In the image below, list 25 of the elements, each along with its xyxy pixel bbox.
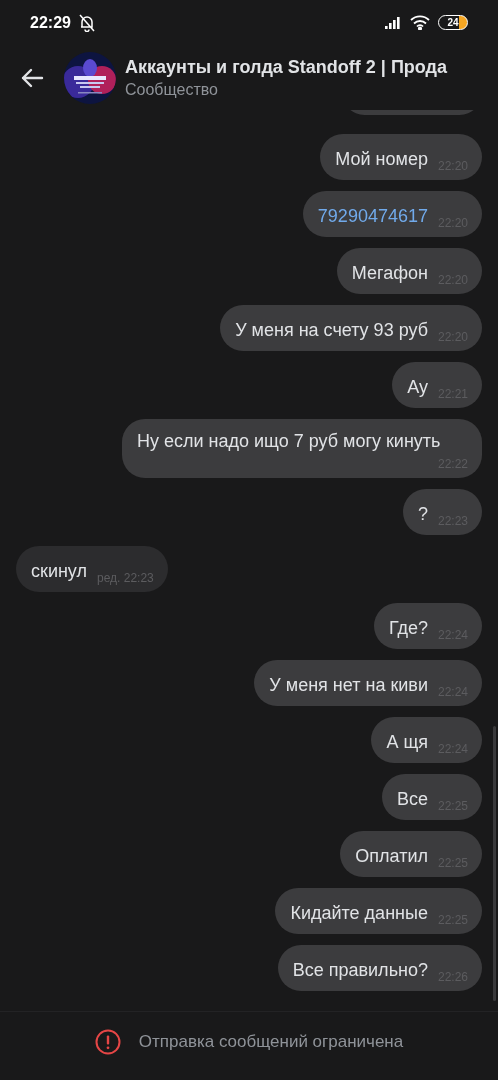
message-text: Все правильно? (292, 959, 428, 982)
message-text: Ну если надо ищо 7 руб могу кинуть (137, 430, 441, 453)
alert-icon (94, 1029, 121, 1055)
phone-link[interactable]: 79290474617 (317, 204, 428, 231)
message-text: Все (396, 788, 428, 811)
message-text: Мой номер (335, 148, 428, 171)
message-text: У меня на счету 93 руб (235, 319, 428, 342)
message-text: Где? (388, 617, 428, 640)
chat-title: Аккаунты и голда Standoff 2 | Прода (125, 56, 447, 78)
bell-off-icon (78, 13, 95, 32)
message-text: Ау (407, 376, 428, 399)
message-text: Кидайте данные (290, 902, 428, 925)
message-text: скинул (31, 560, 87, 583)
message-text: А щя (386, 731, 428, 754)
battery-indicator: 24 (438, 15, 468, 30)
message-text: ? (417, 503, 428, 526)
wifi-icon (410, 15, 430, 30)
status-time: 22:29 (30, 13, 71, 32)
restriction-notice: Отправка сообщений ограничена (138, 1032, 404, 1052)
chat-subtitle: Сообщество (125, 80, 219, 99)
message-text: У меня нет на киви (269, 674, 428, 697)
message-text: Мегафон (351, 262, 428, 285)
message-text: Оплатил (355, 845, 428, 868)
back-arrow-icon[interactable] (20, 67, 44, 88)
signal-icon (384, 16, 402, 29)
